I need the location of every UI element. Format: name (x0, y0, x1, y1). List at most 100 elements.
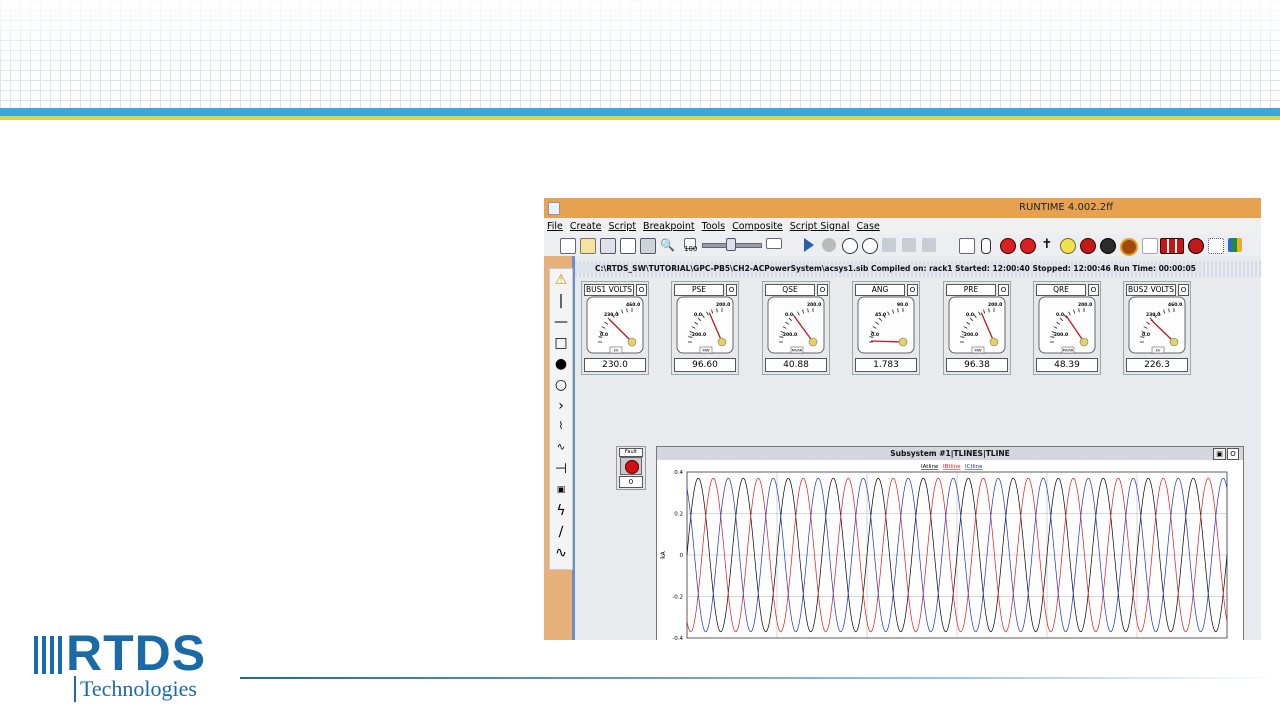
circle-icon[interactable]: ○ (552, 376, 570, 394)
menu-script[interactable]: Script (608, 221, 636, 232)
meter-options-icon[interactable]: O (636, 284, 647, 296)
meter-value: 40.88 (765, 358, 827, 372)
dial-unit: kV (1156, 348, 1161, 353)
traffic-icon[interactable] (1142, 238, 1158, 254)
open-folder-icon[interactable] (580, 238, 596, 254)
meter-icon[interactable] (1100, 238, 1116, 254)
copy-icon[interactable] (620, 238, 636, 254)
stop-icon[interactable] (822, 238, 836, 252)
dial-scale-label: 230.0 (604, 312, 618, 318)
meter-pse[interactable]: PSE O -200.0 0.0 200.0 MW 96.60 (671, 281, 739, 375)
meter-value: 230.0 (584, 358, 646, 372)
meter-dial: 0.0 230.0 460.0 kV (586, 296, 644, 354)
record-icon[interactable] (1188, 238, 1204, 254)
resistor-icon[interactable]: ⌇ (552, 418, 570, 436)
menu-tools[interactable]: Tools (702, 221, 725, 232)
dial-hub (989, 337, 999, 347)
meter-label: PRE (946, 284, 996, 296)
dial-scale-label: 460.0 (1168, 302, 1182, 308)
dial-icon[interactable] (1020, 238, 1036, 254)
meter-options-icon[interactable]: O (998, 284, 1009, 296)
button-red-icon[interactable] (1080, 238, 1096, 254)
meter-pre[interactable]: PRE O -200.0 0.0 200.0 MW 96.38 (943, 281, 1011, 375)
pushbutton-icon[interactable]: ✝ (1040, 238, 1054, 252)
warning-icon[interactable]: ⚠ (552, 271, 570, 289)
save-icon[interactable] (600, 238, 616, 254)
meter-dial: -200.0 0.0 200.0 MW (948, 296, 1006, 354)
menu-file[interactable]: File (547, 221, 563, 232)
y-tick-label: -0.2 (672, 595, 683, 601)
inductor-icon[interactable]: ∿ (552, 439, 570, 457)
y-tick-label: -0.4 (672, 636, 683, 640)
zoom-in-icon[interactable] (766, 238, 782, 249)
dial-scale-label: 200.0 (1078, 302, 1092, 308)
source-icon[interactable]: ▣ (552, 481, 570, 499)
run-icon[interactable] (804, 238, 814, 252)
dial-scale-label: 0.0 (694, 312, 702, 318)
chevron-icon[interactable]: › (552, 397, 570, 415)
plot-options-icon[interactable]: O (1227, 448, 1239, 460)
meter-qre[interactable]: QRE O -200.0 0.0 200.0 MVAR 48.39 (1033, 281, 1101, 375)
path-info-bar: C:\RTDS_SW\TUTORIAL\GPC-PB5\CH2-ACPowerS… (575, 261, 1261, 277)
vertical-line-icon[interactable]: | (552, 292, 570, 310)
y-tick-label: 0.4 (674, 470, 683, 476)
binoculars-icon[interactable]: 🔍 (660, 238, 675, 252)
legend-entry-ICtline: ICtline (965, 464, 983, 470)
menu-script-signal[interactable]: Script Signal (790, 221, 850, 232)
plot-area[interactable]: IAtline IBtline ICtline0 0.03333 0.06667 0.1 0… (657, 460, 1243, 640)
fault-pushbutton[interactable] (620, 457, 642, 475)
meter-qse[interactable]: QSE O -200.0 0.0 200.0 MVAR 40.88 (762, 281, 830, 375)
plot-window: Subsystem #1|TLINES|TLINE ▣ O IAtline IBt… (656, 446, 1244, 640)
lightning-icon[interactable]: ϟ (552, 502, 570, 520)
fault-label: Fault (619, 448, 643, 457)
dial-scale-label: 0.0 (1142, 332, 1150, 338)
sine-icon[interactable]: ∿ (552, 544, 570, 562)
meter-label: BUS2 VOLTS (1126, 284, 1176, 296)
meter-options-icon[interactable]: O (907, 284, 918, 296)
runtime-canvas: C:\RTDS_SW\TUTORIAL\GPC-PB5\CH2-ACPowerS… (575, 256, 1261, 640)
horizontal-line-icon[interactable]: — (552, 313, 570, 331)
grid-icon[interactable] (1208, 238, 1224, 254)
logo-wordmark: RTDS (66, 625, 207, 681)
chart-icon[interactable] (1228, 238, 1242, 252)
print-icon[interactable] (640, 238, 656, 254)
dial-scale-label: -200.0 (962, 332, 978, 338)
logo-subtitle: Technologies (80, 676, 197, 701)
meter-bus1-volts[interactable]: BUS1 VOLTS O 0.0 230.0 460.0 kV 230.0 (581, 281, 649, 375)
menu-case[interactable]: Case (857, 221, 880, 232)
plot-tool-icon[interactable]: ▣ (1213, 448, 1226, 460)
meter-bus2-volts[interactable]: BUS2 VOLTS O 0.0 230.0 460.0 kV 226.3 (1123, 281, 1191, 375)
meter-options-icon[interactable]: O (817, 284, 828, 296)
meter-options-icon[interactable]: O (1178, 284, 1189, 296)
meter-ang[interactable]: ANG O 0.0 45.0 90.0 1.783 (852, 281, 920, 375)
dial-hub (717, 337, 727, 347)
knob-icon[interactable] (1120, 238, 1138, 256)
diagonal-line-icon[interactable]: ∕ (552, 523, 570, 541)
red-button-icon[interactable] (625, 460, 639, 474)
plot-icon[interactable] (959, 238, 975, 254)
filled-circle-icon[interactable]: ● (552, 355, 570, 373)
new-file-icon[interactable] (560, 238, 576, 254)
square-icon[interactable]: □ (552, 334, 570, 352)
zoom-slider-knob[interactable] (726, 238, 736, 251)
reset-icon[interactable] (842, 238, 858, 254)
dial-scale-label: 230.0 (1146, 312, 1160, 318)
switch-icon[interactable] (1000, 238, 1016, 254)
dial-hub (627, 337, 637, 347)
menu-create[interactable]: Create (570, 221, 602, 232)
capacitor-icon[interactable]: ⊣ (552, 460, 570, 478)
dial-scale-label: 0.0 (871, 332, 879, 338)
lamp-icon[interactable] (1060, 238, 1076, 254)
slider-component-icon[interactable] (981, 238, 991, 254)
menu-composite[interactable]: Composite (732, 221, 783, 232)
fault-value: 0 (619, 476, 643, 488)
dial-scale-label: 200.0 (988, 302, 1002, 308)
bar-icon[interactable] (1160, 238, 1184, 254)
header-stripe-yellow (0, 116, 1280, 120)
meter-options-icon[interactable]: O (726, 284, 737, 296)
dial-scale-label: 90.0 (897, 302, 908, 308)
snapshot-icon[interactable] (862, 238, 878, 254)
meter-options-icon[interactable]: O (1088, 284, 1099, 296)
menu-breakpoint[interactable]: Breakpoint (643, 221, 695, 232)
dial-scale-label: -200.0 (1052, 332, 1068, 338)
